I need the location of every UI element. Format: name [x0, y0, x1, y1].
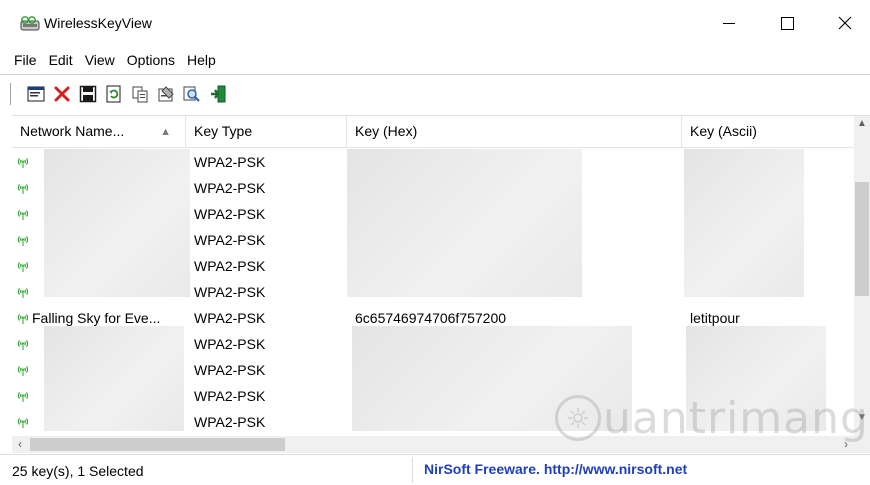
wifi-network-icon	[17, 392, 29, 402]
wifi-network-icon	[17, 418, 29, 428]
save-button[interactable]	[75, 82, 101, 106]
wifi-network-icon	[17, 158, 29, 168]
properties-window-icon	[27, 86, 45, 102]
column-label: Network Name...	[20, 123, 125, 139]
exit-button[interactable]	[205, 82, 231, 106]
horizontal-scroll-thumb[interactable]	[30, 438, 285, 451]
minimize-icon	[723, 22, 735, 24]
refresh-button[interactable]	[101, 82, 127, 106]
cell-key-type: WPA2-PSK	[186, 357, 347, 383]
scroll-left-icon[interactable]: ‹	[12, 436, 28, 453]
cell-key-type: WPA2-PSK	[186, 279, 347, 305]
nirsoft-link[interactable]: NirSoft Freeware. http://www.nirsoft.net	[424, 461, 687, 477]
redacted-block	[347, 149, 582, 297]
title-bar: WirelessKeyView	[0, 0, 870, 46]
column-header-key-ascii[interactable]: Key (Ascii)	[682, 116, 854, 147]
cell-key-type: WPA2-PSK	[186, 253, 347, 279]
cell-key-type: WPA2-PSK	[186, 331, 347, 357]
close-icon	[838, 16, 852, 30]
column-label: Key Type	[194, 123, 253, 139]
redacted-block	[44, 149, 190, 297]
cell-text: WPA2-PSK	[194, 258, 266, 274]
cell-text: WPA2-PSK	[194, 388, 266, 404]
find-button[interactable]	[179, 82, 205, 106]
status-divider	[412, 457, 413, 483]
toolbar	[10, 80, 231, 108]
cell-text: WPA2-PSK	[194, 310, 266, 326]
menu-options[interactable]: Options	[127, 52, 175, 68]
column-label: Key (Ascii)	[690, 123, 757, 139]
vertical-scroll-thumb[interactable]	[855, 182, 869, 296]
column-header-key-hex[interactable]: Key (Hex)	[347, 116, 682, 147]
cell-text: WPA2-PSK	[194, 362, 266, 378]
redacted-block	[44, 326, 184, 431]
cell-text: 6c65746974706f757200	[355, 310, 507, 326]
cell-text: WPA2-PSK	[194, 206, 266, 222]
cell-key-type: WPA2-PSK	[186, 305, 347, 331]
menu-edit[interactable]: Edit	[49, 52, 73, 68]
minimize-button[interactable]	[706, 0, 752, 46]
menu-separator	[0, 74, 870, 75]
scroll-up-icon[interactable]: ▲	[854, 116, 870, 132]
watermark-text: uantrimang	[603, 392, 869, 444]
cell-text: Falling Sky for Eve...	[32, 310, 161, 326]
properties-button[interactable]	[153, 82, 179, 106]
cell-text: WPA2-PSK	[194, 180, 266, 196]
cell-key-type: WPA2-PSK	[186, 149, 347, 175]
wifi-network-icon	[17, 340, 29, 350]
save-disk-icon	[79, 85, 97, 103]
list-header: Network Name... ▲ Key Type Key (Hex) Key…	[12, 116, 854, 148]
status-key-count: 25 key(s), 1 Selected	[12, 463, 144, 479]
window-title: WirelessKeyView	[44, 15, 152, 31]
wifi-network-icon	[17, 288, 29, 298]
status-bar: 25 key(s), 1 Selected NirSoft Freeware. …	[0, 454, 870, 485]
wifi-network-icon	[17, 236, 29, 246]
cell-key-type: WPA2-PSK	[186, 409, 347, 435]
column-header-key-type[interactable]: Key Type	[186, 116, 347, 147]
copy-icon	[132, 86, 148, 103]
refresh-icon	[106, 85, 121, 103]
cell-key-type: WPA2-PSK	[186, 227, 347, 253]
column-header-network-name[interactable]: Network Name... ▲	[12, 116, 186, 147]
wifi-network-icon	[17, 366, 29, 376]
wifi-network-icon	[17, 210, 29, 220]
wifi-network-icon	[17, 262, 29, 272]
delete-button[interactable]	[49, 82, 75, 106]
watermark-sun-icon	[568, 408, 588, 428]
cell-text: WPA2-PSK	[194, 284, 266, 300]
maximize-icon	[780, 16, 794, 30]
copy-button[interactable]	[127, 82, 153, 106]
cell-key-type: WPA2-PSK	[186, 383, 347, 409]
sort-arrow-icon: ▲	[160, 126, 171, 138]
cell-key-type: WPA2-PSK	[186, 175, 347, 201]
watermark: uantrimang	[555, 388, 869, 448]
cell-text: letitpour	[690, 310, 740, 326]
toolbar-grip[interactable]	[10, 83, 15, 105]
watermark-logo-icon	[555, 395, 601, 441]
close-button[interactable]	[822, 0, 868, 46]
wifi-network-icon	[17, 314, 29, 324]
wifi-network-icon	[17, 184, 29, 194]
cell-text: WPA2-PSK	[194, 154, 266, 170]
app-keys-icon	[20, 16, 40, 31]
column-label: Key (Hex)	[355, 123, 418, 139]
find-icon	[183, 86, 200, 102]
cell-text: WPA2-PSK	[194, 232, 266, 248]
properties-window-button[interactable]	[23, 82, 49, 106]
app-window: WirelessKeyView File Edit View Options H…	[0, 0, 870, 485]
menu-help[interactable]: Help	[187, 52, 216, 68]
cell-text: WPA2-PSK	[194, 336, 266, 352]
properties-icon	[158, 86, 174, 102]
menu-bar: File Edit View Options Help	[0, 48, 870, 72]
cell-text: WPA2-PSK	[194, 414, 266, 430]
exit-icon	[211, 85, 226, 103]
cell-key-type: WPA2-PSK	[186, 201, 347, 227]
menu-file[interactable]: File	[14, 52, 37, 68]
delete-x-icon	[54, 86, 70, 102]
redacted-block	[684, 149, 804, 297]
maximize-button[interactable]	[764, 0, 810, 46]
menu-view[interactable]: View	[85, 52, 115, 68]
